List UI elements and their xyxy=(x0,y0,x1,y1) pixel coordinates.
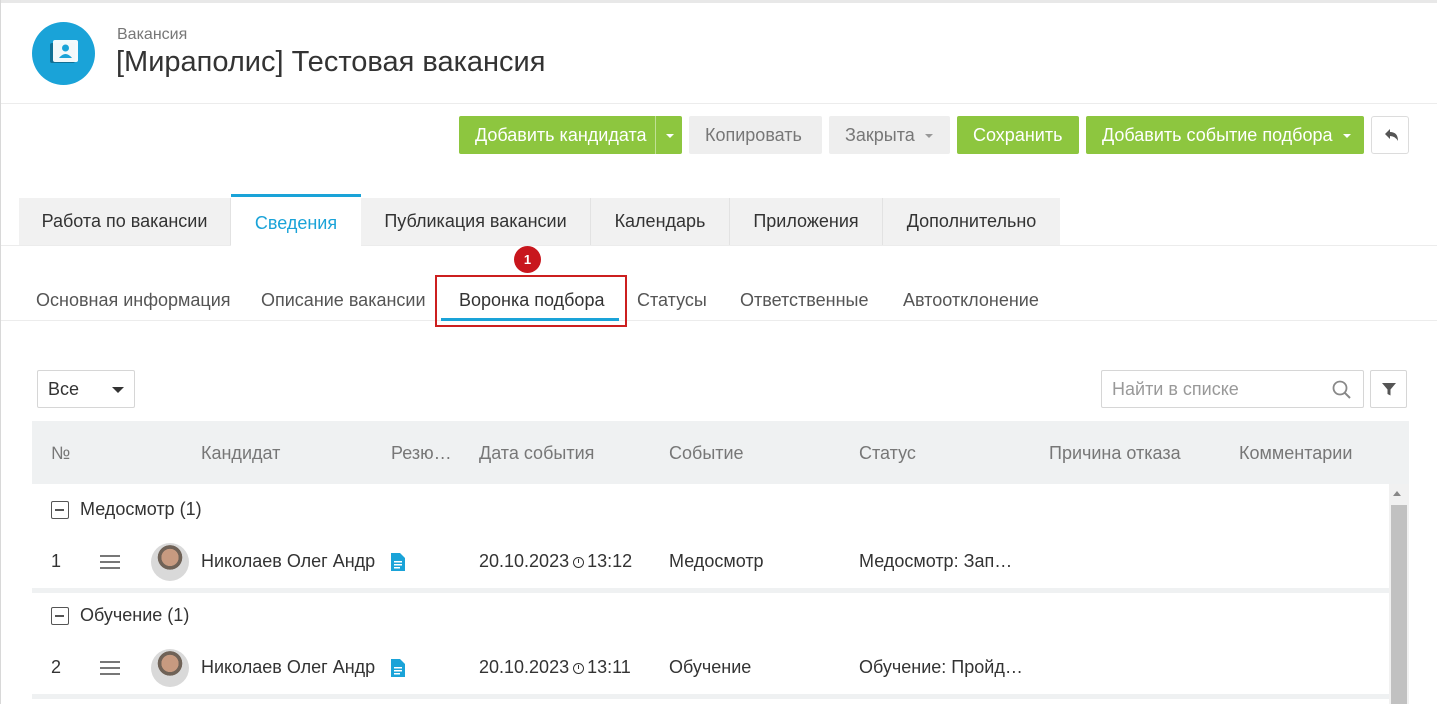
collapse-group-icon[interactable] xyxy=(51,607,69,625)
table-row[interactable]: 1 Николаев Олег Андр 20.10.2023 13:12 Мед… xyxy=(32,534,1389,588)
back-button[interactable] xyxy=(1371,116,1409,154)
filter-select-value: Все xyxy=(48,379,80,399)
row-number: 2 xyxy=(51,657,62,677)
subtab-responsible[interactable]: Ответственные xyxy=(740,290,869,311)
table-row[interactable]: 2 Николаев Олег Андр 20.10.2023 13:11 Обу… xyxy=(32,640,1389,694)
candidate-name[interactable]: Николаев Олег Андр xyxy=(201,551,375,572)
subtab-statuses[interactable]: Статусы xyxy=(637,290,707,311)
collapse-group-icon[interactable] xyxy=(51,501,69,519)
page-subtitle: Вакансия xyxy=(117,26,188,43)
event-date-value: 20.10.2023 xyxy=(479,551,570,571)
add-candidate-button[interactable]: Добавить кандидата xyxy=(459,116,682,154)
save-label: Сохранить xyxy=(973,125,1063,145)
status-label: Закрыта xyxy=(845,125,915,145)
filter-button[interactable] xyxy=(1370,370,1407,408)
search-box[interactable] xyxy=(1101,370,1364,408)
chevron-down-icon xyxy=(112,387,124,393)
tab-additional[interactable]: Дополнительно xyxy=(883,198,1060,245)
tab-publication[interactable]: Публикация вакансии xyxy=(361,198,591,245)
main-tabs-divider xyxy=(1,245,1437,246)
subtab-auto-reject[interactable]: Автоотклонение xyxy=(903,290,1039,311)
copy-label: Копировать xyxy=(705,125,802,145)
undo-icon xyxy=(1385,129,1398,141)
table-body: Медосмотр (1) 1 Николаев Олег Андр 20.10… xyxy=(32,484,1409,704)
row-divider xyxy=(32,694,1389,699)
filter-select[interactable]: Все xyxy=(37,370,135,408)
column-header-reject-reason[interactable]: Причина отказа xyxy=(1049,443,1181,464)
event-name: Обучение xyxy=(669,657,752,677)
event-date-value: 20.10.2023 xyxy=(479,657,570,677)
scrollbar-thumb[interactable] xyxy=(1391,505,1407,704)
search-input[interactable] xyxy=(1102,371,1322,407)
annotation-marker: 1 xyxy=(514,246,541,273)
event-date: 20.10.2023 13:11 xyxy=(479,657,631,678)
table-header: № Кандидат Резю… Дата события Событие Ст… xyxy=(32,421,1409,484)
save-button[interactable]: Сохранить xyxy=(957,116,1079,154)
avatar xyxy=(151,543,189,581)
row-menu-icon[interactable] xyxy=(100,555,120,569)
chevron-down-icon xyxy=(1342,134,1351,139)
chevron-down-icon[interactable] xyxy=(665,134,674,139)
chevron-down-icon xyxy=(924,134,933,139)
clock-icon xyxy=(573,557,585,568)
row-number: 1 xyxy=(51,551,62,571)
column-header-number[interactable]: № xyxy=(51,443,70,464)
funnel-icon xyxy=(1382,383,1396,396)
group-row[interactable]: Медосмотр (1) xyxy=(32,484,1389,534)
event-time-value: 13:12 xyxy=(587,551,633,571)
column-header-candidate[interactable]: Кандидат xyxy=(201,443,280,464)
event-name: Медосмотр xyxy=(669,551,764,571)
annotation-highlight-box xyxy=(435,275,627,327)
left-border xyxy=(0,0,1,704)
status-value: Медосмотр: Зап… xyxy=(859,551,1013,571)
tab-calendar[interactable]: Календарь xyxy=(591,198,730,245)
status-value: Обучение: Пройд… xyxy=(859,657,1023,677)
group-label: Медосмотр (1) xyxy=(80,499,202,519)
status-dropdown[interactable]: Закрыта xyxy=(829,116,950,154)
add-event-button[interactable]: Добавить событие подбора xyxy=(1086,116,1364,154)
header-divider xyxy=(1,103,1437,104)
column-header-event[interactable]: Событие xyxy=(669,443,744,464)
column-header-resume[interactable]: Резю… xyxy=(391,443,452,464)
column-header-event-date[interactable]: Дата события xyxy=(479,443,594,464)
row-menu-icon[interactable] xyxy=(100,661,120,675)
clock-icon xyxy=(573,663,585,674)
add-event-label: Добавить событие подбора xyxy=(1102,125,1333,145)
event-time-value: 13:11 xyxy=(587,657,631,677)
tab-attachments[interactable]: Приложения xyxy=(730,198,883,245)
add-candidate-label: Добавить кандидата xyxy=(475,125,647,145)
group-label: Обучение (1) xyxy=(80,605,190,625)
candidate-name[interactable]: Николаев Олег Андр xyxy=(201,657,375,678)
avatar xyxy=(151,649,189,687)
event-date: 20.10.2023 13:12 xyxy=(479,551,632,572)
column-header-comments[interactable]: Комментарии xyxy=(1239,443,1352,464)
document-icon[interactable] xyxy=(391,659,405,677)
subtabs-divider xyxy=(1,320,1437,321)
tab-vacancy-work[interactable]: Работа по вакансии xyxy=(19,198,231,245)
vacancy-app-icon xyxy=(32,22,95,85)
split-divider xyxy=(654,116,656,154)
search-icon[interactable] xyxy=(1331,379,1353,401)
scroll-up-arrow-icon[interactable] xyxy=(1393,491,1401,496)
copy-button[interactable]: Копировать xyxy=(689,116,822,154)
group-row[interactable]: Обучение (1) xyxy=(32,590,1389,640)
page-title: [Мираполис] Тестовая вакансия xyxy=(116,46,546,78)
document-icon[interactable] xyxy=(391,553,405,571)
tab-details[interactable]: Сведения xyxy=(231,194,361,246)
subtab-main-info[interactable]: Основная информация xyxy=(36,290,231,311)
column-header-status[interactable]: Статус xyxy=(859,443,916,464)
subtab-description[interactable]: Описание вакансии xyxy=(261,290,426,311)
top-border xyxy=(0,0,1437,3)
